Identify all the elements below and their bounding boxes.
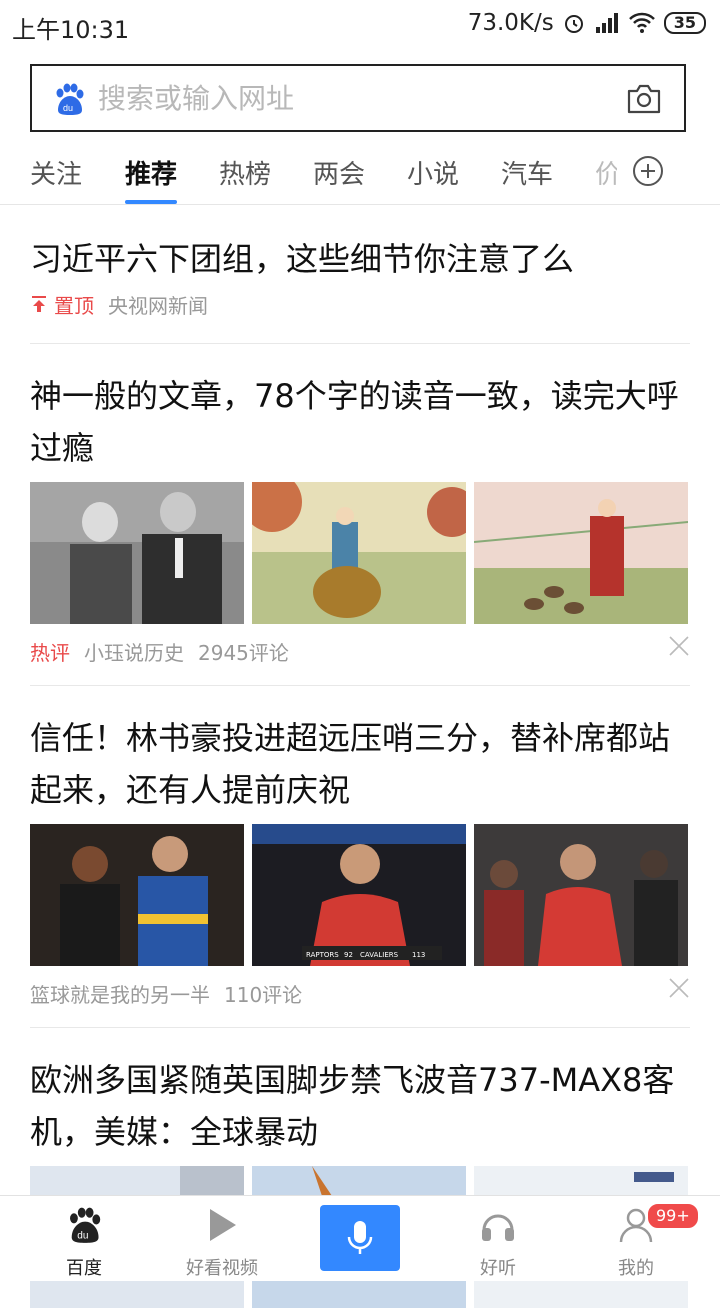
scoreboard-score1: 92 bbox=[344, 951, 353, 959]
nav-mine[interactable]: 99+ 我的 bbox=[566, 1196, 706, 1281]
tab-hot-list[interactable]: 热榜 bbox=[219, 154, 271, 191]
svg-text:du: du bbox=[63, 103, 73, 113]
article-image-row: RAPTORS 92 CAVALIERS 113 bbox=[30, 824, 690, 966]
article-source: 篮球就是我的另一半 bbox=[30, 982, 210, 1007]
tab-two-sessions[interactable]: 两会 bbox=[313, 154, 365, 191]
hot-comment-badge: 热评 bbox=[30, 640, 70, 665]
article-image[interactable] bbox=[30, 482, 244, 624]
article-card[interactable]: 神一般的文章，78个字的读音一致，读完大呼过瘾 热评 小珏说历史 2945评论 bbox=[30, 344, 690, 686]
article-image-row bbox=[30, 482, 690, 624]
pin-up-arrow-icon bbox=[32, 296, 46, 312]
nav-home[interactable]: du 百度 bbox=[14, 1196, 154, 1281]
network-speed: 73.0K/s bbox=[467, 10, 554, 36]
nav-video[interactable]: 好看视频 bbox=[152, 1196, 292, 1281]
status-bar: 上午10:31 73.0K/s 35 bbox=[0, 0, 720, 52]
article-card[interactable]: 习近平六下团组，这些细节你注意了么 置顶 央视网新闻 bbox=[30, 205, 690, 344]
scoreboard-team2: CAVALIERS bbox=[360, 951, 399, 959]
article-title[interactable]: 欧洲多国紧随英国脚步禁飞波音737-MAX8客机，美媒：全球暴动 bbox=[30, 1028, 690, 1158]
nav-listen-label: 好听 bbox=[480, 1258, 516, 1279]
notification-badge: 99+ bbox=[646, 1202, 700, 1230]
article-title[interactable]: 信任！林书豪投进超远压哨三分，替补席都站起来，还有人提前庆祝 bbox=[30, 686, 690, 816]
nav-listen[interactable]: 好听 bbox=[428, 1196, 568, 1281]
status-time: 上午10:31 bbox=[12, 16, 130, 44]
wifi-icon bbox=[628, 12, 655, 33]
bottom-navigation: du 百度 好看视频 好听 99+ 我的 bbox=[0, 1195, 720, 1281]
article-image[interactable] bbox=[474, 482, 688, 624]
battery-indicator: 35 bbox=[663, 12, 706, 34]
dismiss-icon[interactable] bbox=[668, 635, 690, 657]
svg-text:du: du bbox=[77, 1230, 88, 1241]
article-image[interactable] bbox=[474, 824, 688, 966]
tab-auto[interactable]: 汽车 bbox=[501, 154, 553, 191]
article-source: 小珏说历史 bbox=[84, 640, 184, 665]
news-feed: 习近平六下团组，这些细节你注意了么 置顶 央视网新闻 神一般的文章，78个字的读… bbox=[0, 205, 720, 1308]
article-title[interactable]: 习近平六下团组，这些细节你注意了么 bbox=[30, 205, 690, 285]
tab-recommend[interactable]: 推荐 bbox=[125, 154, 178, 204]
dismiss-icon[interactable] bbox=[668, 977, 690, 999]
baidu-paw-icon: du bbox=[56, 83, 84, 115]
baidu-paw-icon: du bbox=[70, 1207, 101, 1243]
article-image[interactable]: RAPTORS 92 CAVALIERS 113 bbox=[252, 824, 466, 966]
nav-mine-label: 我的 bbox=[618, 1258, 654, 1279]
article-card[interactable]: 信任！林书豪投进超远压哨三分，替补席都站起来，还有人提前庆祝 RAPTORS 9… bbox=[30, 686, 690, 1028]
add-channel-icon[interactable] bbox=[632, 155, 664, 187]
tab-follow[interactable]: 关注 bbox=[30, 154, 82, 191]
camera-icon[interactable] bbox=[626, 83, 662, 115]
pinned-label: 置顶 bbox=[30, 290, 94, 319]
search-input[interactable] bbox=[98, 78, 618, 118]
nav-home-label: 百度 bbox=[66, 1258, 102, 1279]
headphones-icon bbox=[482, 1214, 514, 1241]
article-image[interactable] bbox=[30, 824, 244, 966]
tab-more-partial[interactable]: 价 bbox=[595, 154, 617, 191]
channel-tabs: 关注 推荐 热榜 两会 小说 汽车 价 bbox=[0, 140, 720, 205]
article-image[interactable] bbox=[252, 482, 466, 624]
scoreboard-score2: 113 bbox=[412, 951, 425, 959]
search-box[interactable]: du bbox=[30, 64, 686, 132]
nav-video-label: 好看视频 bbox=[186, 1258, 258, 1279]
article-title[interactable]: 神一般的文章，78个字的读音一致，读完大呼过瘾 bbox=[30, 344, 690, 474]
play-icon bbox=[210, 1209, 236, 1241]
comment-count: 2945评论 bbox=[198, 640, 289, 665]
microphone-icon bbox=[347, 1221, 373, 1254]
alarm-icon bbox=[564, 15, 583, 33]
tab-novel[interactable]: 小说 bbox=[407, 154, 459, 191]
article-source: 央视网新闻 bbox=[108, 293, 208, 318]
signal-icon bbox=[595, 13, 618, 33]
scoreboard-team1: RAPTORS bbox=[306, 951, 339, 959]
voice-search-button[interactable] bbox=[320, 1205, 400, 1271]
comment-count: 110评论 bbox=[224, 982, 303, 1007]
